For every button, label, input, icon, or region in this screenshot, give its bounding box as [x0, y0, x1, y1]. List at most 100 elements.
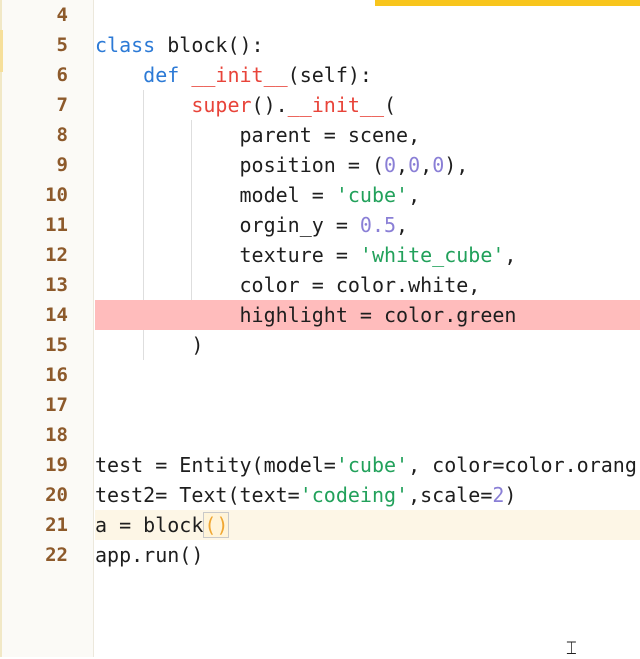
line-number: 6 [56, 64, 68, 86]
line-number: 10 [45, 184, 68, 206]
line-code[interactable]: model = 'cube', [95, 180, 421, 210]
code-text: ( [384, 93, 397, 117]
code-line[interactable]: 8 parent = scene, [0, 120, 640, 150]
code-text: , [408, 183, 421, 207]
string-token: 'cube' [335, 453, 409, 477]
line-code[interactable]: test2= Text(text='codeing',scale=2) [95, 480, 516, 510]
line-number: 5 [56, 34, 68, 56]
line-number: 22 [45, 544, 68, 566]
line-number: 15 [45, 334, 68, 356]
code-text: test2= Text(text= [95, 483, 300, 507]
code-text: orgin_y = [239, 213, 360, 237]
string-token: 'white_cube' [359, 243, 505, 267]
code-line-error-highlight[interactable]: 14 highlight = color.green [0, 300, 640, 330]
line-number: 20 [45, 484, 68, 506]
number-token: 0 [408, 153, 421, 177]
code-text: position = ( [239, 153, 385, 177]
line-code[interactable]: parent = scene, [95, 120, 421, 150]
code-text: block(): [155, 33, 264, 57]
line-number: 21 [45, 514, 68, 536]
code-line[interactable]: 15 ) [0, 330, 640, 360]
code-text: (). [251, 93, 288, 117]
line-code[interactable]: super().__init__( [95, 90, 396, 120]
line-code[interactable]: test = Entity(model='cube', color=color.… [95, 450, 637, 480]
line-number: 18 [45, 424, 68, 446]
line-number: 17 [45, 394, 68, 416]
code-text: ), [444, 153, 469, 177]
code-text: , [420, 153, 433, 177]
code-text: , [396, 153, 409, 177]
line-number: 4 [56, 4, 68, 26]
line-number: 11 [45, 214, 68, 236]
line-number: 19 [45, 454, 68, 476]
code-line[interactable]: 5 class block(): [0, 30, 640, 60]
code-text: highlight = color.green [239, 303, 517, 327]
code-text: test = Entity(model= [95, 453, 336, 477]
line-code[interactable]: orgin_y = 0.5, [95, 210, 409, 240]
code-text: color = color.white, [239, 273, 481, 297]
code-text: a = block [95, 513, 204, 537]
keyword-token: class [95, 33, 156, 57]
special-token: super [191, 93, 252, 117]
line-code[interactable]: a = block() [95, 510, 230, 540]
code-text: , [396, 213, 409, 237]
line-number: 16 [45, 364, 68, 386]
line-number: 13 [45, 274, 68, 296]
code-text: texture = [239, 243, 360, 267]
number-token: 0 [384, 153, 397, 177]
line-code[interactable]: position = (0,0,0), [95, 150, 469, 180]
line-number: 7 [56, 94, 68, 116]
code-line[interactable]: 19 test = Entity(model='cube', color=col… [0, 450, 640, 480]
line-number: 12 [45, 244, 68, 266]
line-code[interactable]: class block(): [95, 30, 264, 60]
special-token: __init__ [287, 93, 384, 117]
code-text: ,scale= [408, 483, 493, 507]
code-line[interactable]: 20 test2= Text(text='codeing',scale=2) [0, 480, 640, 510]
line-code[interactable]: color = color.white, [95, 270, 481, 300]
line-code[interactable]: texture = 'white_cube', [95, 240, 517, 270]
number-token: 0 [432, 153, 445, 177]
code-text: (self): [287, 63, 372, 87]
code-line[interactable]: 13 color = color.white, [0, 270, 640, 300]
line-code[interactable]: highlight = color.green [95, 300, 517, 330]
code-line[interactable]: 10 model = 'cube', [0, 180, 640, 210]
text-cursor-icon: ⌶ [566, 638, 577, 659]
string-token: 'cube' [335, 183, 409, 207]
line-code[interactable]: ) [95, 330, 203, 360]
keyword-token: def [143, 63, 180, 87]
code-line[interactable]: 17 [0, 390, 640, 420]
code-line[interactable]: 9 position = (0,0,0), [0, 150, 640, 180]
code-line[interactable]: 6 def __init__(self): [0, 60, 640, 90]
code-line[interactable]: 22 app.run() [0, 540, 640, 570]
code-line[interactable]: 12 texture = 'white_cube', [0, 240, 640, 270]
code-text: model = [239, 183, 336, 207]
string-token: 'codeing' [299, 483, 409, 507]
number-token: 2 [492, 483, 505, 507]
line-number: 9 [56, 154, 68, 176]
number-token: 0.5 [359, 213, 397, 237]
code-text: parent = scene, [239, 123, 421, 147]
code-line[interactable]: 18 [0, 420, 640, 450]
code-line[interactable]: 7 super().__init__( [0, 90, 640, 120]
code-text: ) [191, 333, 204, 357]
special-token: __init__ [191, 63, 288, 87]
line-code[interactable]: def __init__(self): [95, 60, 372, 90]
code-line[interactable]: 11 orgin_y = 0.5, [0, 210, 640, 240]
line-number: 14 [45, 304, 68, 326]
code-text: ) [504, 483, 517, 507]
code-line[interactable]: 4 [0, 0, 640, 30]
matched-bracket: () [203, 512, 230, 538]
line-code[interactable]: app.run() [95, 540, 203, 570]
code-line-current[interactable]: 21 a = block() [0, 510, 640, 540]
code-line[interactable]: 16 [0, 360, 640, 390]
